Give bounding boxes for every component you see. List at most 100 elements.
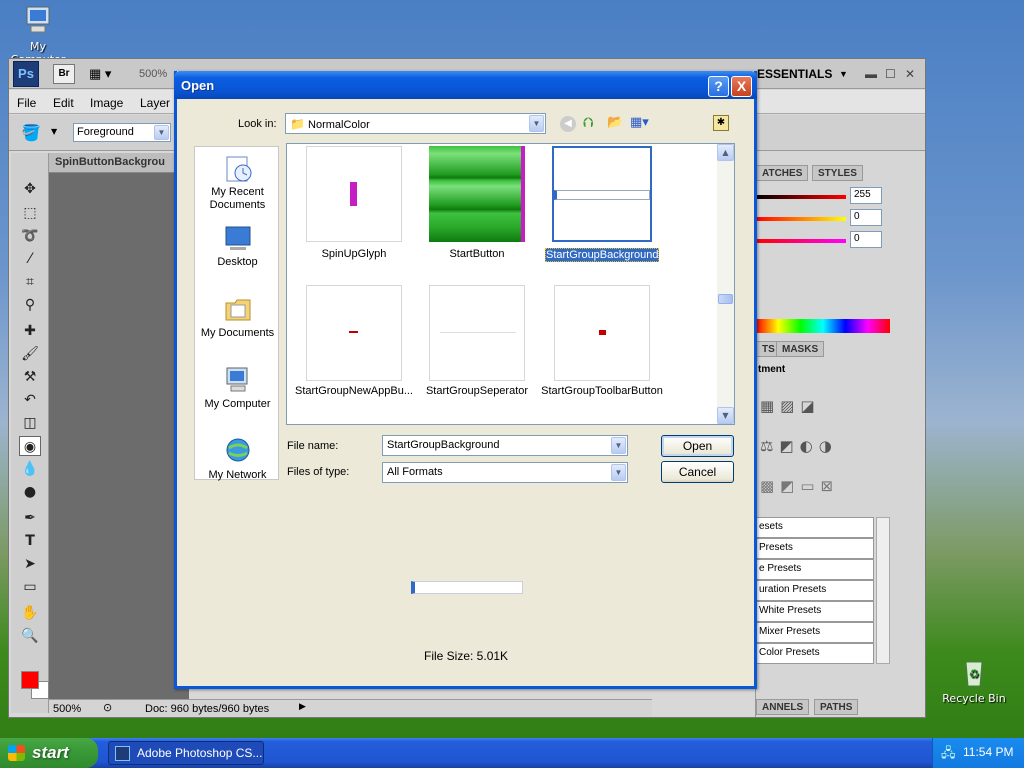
new-folder-icon[interactable]: 📂 <box>607 115 623 130</box>
taskbar-item-photoshop[interactable]: Adobe Photoshop CS... <box>108 741 264 765</box>
desktop-icon-recycle-bin[interactable]: ♻ Recycle Bin <box>938 656 1010 705</box>
preset-row[interactable]: esets <box>756 517 874 538</box>
preset-row[interactable]: Color Presets <box>756 643 874 664</box>
tab-masks[interactable]: MASKS <box>776 341 825 357</box>
blue-slider[interactable] <box>756 239 846 243</box>
red-slider[interactable] <box>756 195 846 199</box>
preset-row[interactable]: e Presets <box>756 559 874 580</box>
path-select-tool-icon[interactable]: ➤ <box>19 554 41 574</box>
place-recent-documents[interactable]: My Recent Documents <box>195 153 280 212</box>
close-button[interactable]: X <box>731 76 752 97</box>
scroll-down-icon[interactable]: ▼ <box>717 407 734 424</box>
ps-logo[interactable]: Ps <box>13 61 39 87</box>
file-item-selected[interactable]: StartGroupBackground <box>537 146 667 264</box>
file-item[interactable]: StartGroupNewAppBu... <box>291 285 417 403</box>
menu-edit[interactable]: Edit <box>53 96 74 110</box>
favorites-icon[interactable]: ✱ <box>713 115 729 131</box>
back-icon[interactable]: ◀ <box>560 116 576 132</box>
file-type-select[interactable]: All Formats ▼ <box>382 462 628 483</box>
pen-tool-icon[interactable]: ✒ <box>19 508 41 528</box>
scroll-thumb[interactable] <box>718 294 733 304</box>
up-folder-icon[interactable]: ⮉ <box>583 115 594 131</box>
preset-row[interactable]: White Presets <box>756 601 874 622</box>
file-item[interactable]: StartButton <box>414 146 540 264</box>
move-tool-icon[interactable]: ✥ <box>19 179 41 199</box>
maximize-icon[interactable]: ☐ <box>885 64 896 84</box>
help-button[interactable]: ? <box>708 76 729 97</box>
status-info-icon[interactable]: ⊙ <box>103 701 112 714</box>
chevron-down-icon[interactable]: ▼ <box>611 464 626 481</box>
document-canvas[interactable] <box>49 153 189 709</box>
minimize-icon[interactable]: ▬ <box>865 64 877 84</box>
workspace-chevron-icon[interactable]: ▼ <box>839 64 848 84</box>
adjustment-icons-row2[interactable]: ⚖◩◐◑ <box>760 437 838 455</box>
scroll-up-icon[interactable]: ▲ <box>717 144 734 161</box>
clock[interactable]: 11:54 PM <box>963 745 1013 759</box>
tool-preset-chevron-icon[interactable]: ▼ <box>51 127 57 136</box>
eraser-tool-icon[interactable]: ◫ <box>19 413 41 433</box>
desktop-icon-my-computer[interactable]: My Computer <box>2 4 74 66</box>
stamp-tool-icon[interactable]: ⚒ <box>19 367 41 387</box>
green-slider[interactable] <box>756 217 846 221</box>
tray-network-icon[interactable]: 🖧 <box>941 744 956 766</box>
menu-image[interactable]: Image <box>90 96 123 110</box>
green-value[interactable]: 0 <box>850 209 882 226</box>
dodge-tool-icon[interactable]: ● <box>19 482 41 502</box>
lasso-tool-icon[interactable]: ➰ <box>19 226 41 246</box>
zoom-tool-icon[interactable]: 🔍 <box>19 626 41 646</box>
healing-tool-icon[interactable]: ✚ <box>19 321 41 341</box>
type-tool-icon[interactable]: T <box>19 531 41 551</box>
file-name-input[interactable]: StartGroupBackground ▼ <box>382 435 628 456</box>
presets-scrollbar[interactable] <box>876 517 890 664</box>
color-ramp[interactable] <box>756 319 890 333</box>
adjustment-icons-row3[interactable]: ▩◩▭⊠ <box>760 477 839 495</box>
crop-tool-icon[interactable]: ⌗ <box>19 272 41 292</box>
tab-styles[interactable]: STYLES <box>812 165 863 181</box>
history-brush-icon[interactable]: ↶ <box>19 390 41 410</box>
preset-row[interactable]: Mixer Presets <box>756 622 874 643</box>
tab-swatches[interactable]: ATCHES <box>756 165 809 181</box>
red-value[interactable]: 255 <box>850 187 882 204</box>
quick-select-tool-icon[interactable]: ⁄ <box>19 249 41 269</box>
start-button[interactable]: start <box>0 738 98 768</box>
file-list-scrollbar[interactable]: ▲ ▼ <box>717 144 734 424</box>
blur-tool-icon[interactable]: 💧 <box>19 459 41 479</box>
workspace-switcher[interactable]: ESSENTIALS <box>757 64 832 84</box>
preset-row[interactable]: Presets <box>756 538 874 559</box>
status-arrow-icon[interactable]: ▶ <box>299 702 306 712</box>
open-button[interactable]: Open <box>661 435 734 457</box>
marquee-tool-icon[interactable]: ⬚ <box>19 203 41 223</box>
look-in-select[interactable]: 📁 NormalColor ▼ <box>285 113 546 134</box>
view-menu-icon[interactable]: ▦▾ <box>630 115 649 130</box>
status-zoom[interactable]: 500% <box>53 703 81 715</box>
zoom-level[interactable]: 500% <box>139 64 167 84</box>
file-item[interactable]: StartGroupToolbarButton <box>537 285 667 403</box>
preset-row[interactable]: uration Presets <box>756 580 874 601</box>
eyedropper-tool-icon[interactable]: ⚲ <box>19 295 41 315</box>
file-item[interactable]: SpinUpGlyph <box>291 146 417 264</box>
hand-tool-icon[interactable]: ✋ <box>19 603 41 623</box>
paint-bucket-icon[interactable]: 🪣 <box>21 123 41 142</box>
place-desktop[interactable]: Desktop <box>195 223 280 269</box>
bridge-button[interactable]: Br <box>53 64 75 84</box>
adjustment-icons[interactable]: ▦▨◪ <box>760 397 821 415</box>
fill-source-select[interactable]: Foreground ▼ <box>73 123 171 142</box>
file-item[interactable]: StartGroupSeperator <box>414 285 540 403</box>
dialog-titlebar[interactable]: Open ? X <box>174 71 757 99</box>
close-icon[interactable]: ✕ <box>905 64 915 84</box>
shape-tool-icon[interactable]: ▭ <box>19 577 41 597</box>
blue-value[interactable]: 0 <box>850 231 882 248</box>
tab-paths[interactable]: PATHS <box>814 699 859 715</box>
view-extras-icon[interactable]: ▦ ▾ <box>89 64 123 84</box>
document-tab[interactable]: SpinButtonBackgrou <box>49 153 189 173</box>
chevron-down-icon[interactable]: ▼ <box>611 437 626 454</box>
tab-channels[interactable]: ANNELS <box>756 699 810 715</box>
place-my-computer[interactable]: My Computer <box>195 365 280 411</box>
cancel-button[interactable]: Cancel <box>661 461 734 483</box>
menu-layer[interactable]: Layer <box>140 96 170 110</box>
menu-file[interactable]: File <box>17 96 36 110</box>
place-my-network[interactable]: My Network <box>195 436 280 482</box>
place-my-documents[interactable]: My Documents <box>195 294 280 340</box>
foreground-color-swatch[interactable] <box>21 671 39 689</box>
paint-bucket-tool-icon[interactable]: ◉ <box>19 436 41 456</box>
